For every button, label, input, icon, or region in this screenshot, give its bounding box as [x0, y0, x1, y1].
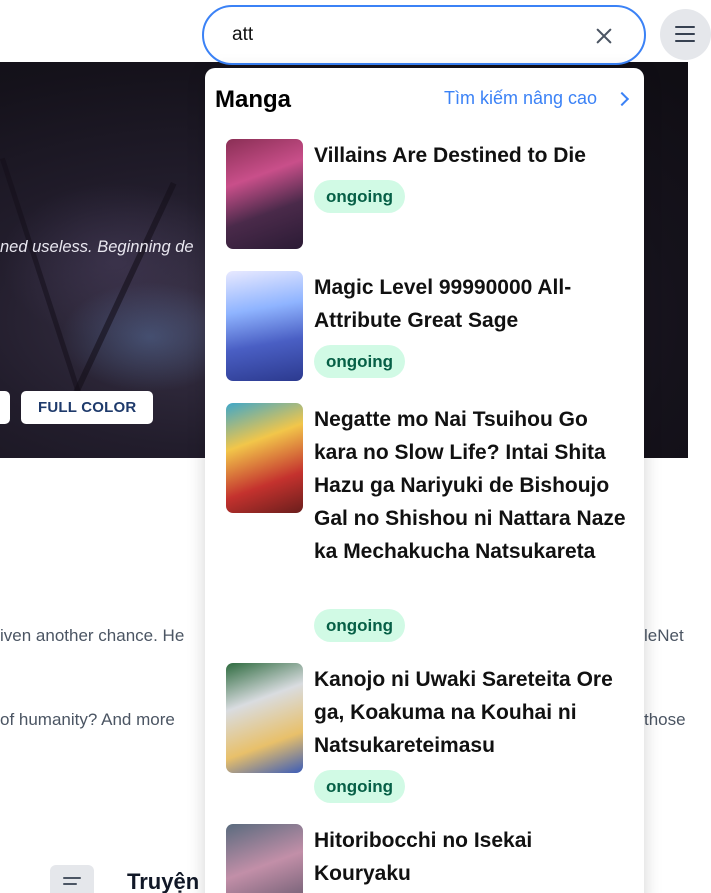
description-line-right: those [644, 710, 686, 729]
hero-tag-partial[interactable] [0, 391, 10, 424]
manga-cover[interactable] [226, 271, 303, 381]
search-box[interactable] [202, 5, 646, 65]
search-result-item[interactable]: Kanojo ni Uwaki Sareteita Ore ga, Koakum… [226, 663, 626, 803]
search-result-item[interactable]: Magic Level 99990000 All-Attribute Great… [226, 271, 626, 391]
manga-title[interactable]: Magic Level 99990000 All-Attribute Great… [314, 271, 629, 337]
advanced-search-link[interactable]: Tìm kiếm nâng cao [444, 88, 597, 109]
manga-title[interactable]: Negatte mo Nai Tsuihou Go kara no Slow L… [314, 403, 629, 568]
search-result-item[interactable]: Negatte mo Nai Tsuihou Go kara no Slow L… [226, 403, 626, 643]
search-input[interactable] [232, 7, 572, 63]
manga-title[interactable]: Kanojo ni Uwaki Sareteita Ore ga, Koakum… [314, 663, 629, 762]
status-badge: ongoing [314, 345, 406, 378]
search-result-item[interactable]: Hitoribocchi no Isekai Kouryaku [226, 824, 626, 893]
menu-button[interactable] [660, 9, 711, 60]
status-badge: ongoing [314, 770, 406, 803]
hamburger-icon [675, 26, 695, 28]
search-results-dropdown: Manga Tìm kiếm nâng cao Villains Are Des… [205, 68, 644, 893]
page: ned useless. Beginning de FULL COLOR ive… [0, 0, 711, 893]
manga-cover[interactable] [226, 403, 303, 513]
tag-full-color[interactable]: FULL COLOR [21, 391, 154, 424]
section-title: Truyện [127, 869, 200, 893]
manga-title[interactable]: Hitoribocchi no Isekai Kouryaku [314, 824, 629, 890]
section-list-icon[interactable] [50, 865, 94, 893]
description-line: iven another chance. He [0, 626, 185, 645]
clear-search-icon[interactable] [592, 24, 616, 48]
chevron-right-icon[interactable] [614, 91, 630, 107]
status-badge: ongoing [314, 180, 406, 213]
hero-description: ned useless. Beginning de [0, 238, 194, 256]
dropdown-title: Manga [215, 86, 292, 113]
status-badge: ongoing [314, 609, 406, 642]
manga-cover[interactable] [226, 139, 303, 249]
description-line-right: leNet [644, 626, 684, 645]
search-result-item[interactable]: Villains Are Destined to Die ongoing [226, 139, 626, 249]
manga-cover[interactable] [226, 824, 303, 893]
description-line: of humanity? And more [0, 710, 175, 729]
manga-title[interactable]: Villains Are Destined to Die [314, 139, 629, 172]
manga-cover[interactable] [226, 663, 303, 773]
